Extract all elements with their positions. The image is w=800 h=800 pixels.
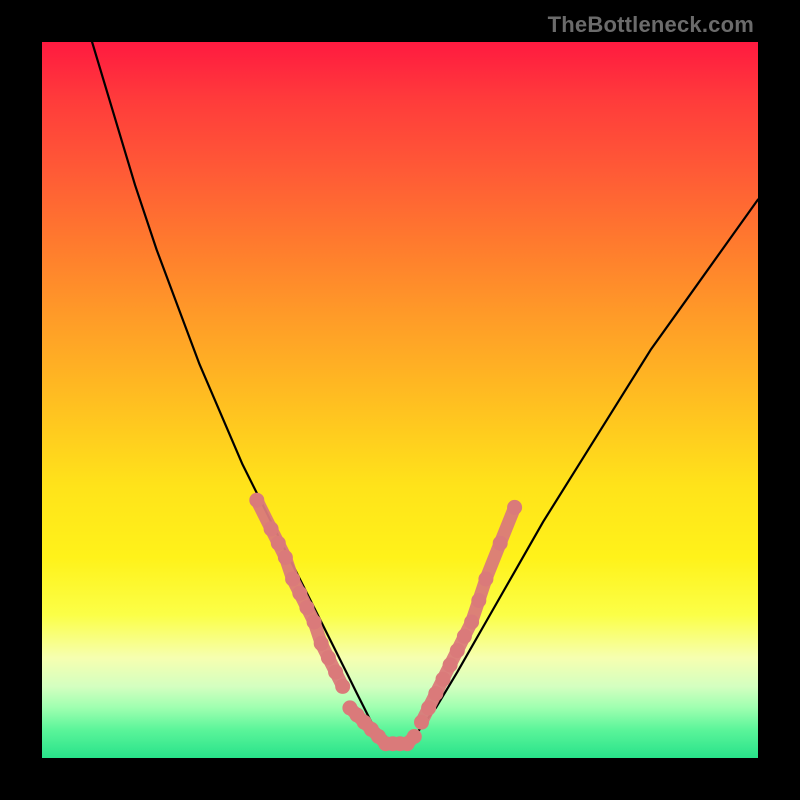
right-branch-points-dot: [471, 593, 486, 608]
chart-frame: TheBottleneck.com: [0, 0, 800, 800]
left-branch-points-dot: [264, 521, 279, 536]
highlight-points: [249, 493, 522, 752]
left-branch-points-dot: [299, 600, 314, 615]
bottleneck-curve: [92, 42, 758, 744]
left-branch-points-dot: [328, 665, 343, 680]
left-branch-points-dot: [307, 615, 322, 630]
right-branch-points-dot: [478, 572, 493, 587]
valley-floor-points-dot: [407, 729, 422, 744]
left-branch-points-dot: [271, 536, 286, 551]
right-branch-points-dot: [414, 715, 429, 730]
left-branch-points-dot: [249, 493, 264, 508]
chart-svg: [42, 42, 758, 758]
attribution-text: TheBottleneck.com: [548, 12, 754, 38]
right-branch-points-dot: [443, 657, 458, 672]
right-branch-points-dot: [450, 643, 465, 658]
chart-plot-area: [42, 42, 758, 758]
left-branch-points-dot: [321, 650, 336, 665]
right-branch-points-dot: [507, 500, 522, 515]
right-branch-points-dot: [464, 615, 479, 630]
right-branch-points-dot: [457, 629, 472, 644]
left-branch-points-dot: [335, 679, 350, 694]
right-branch-points-dot: [428, 686, 443, 701]
right-branch-points-dot: [493, 536, 508, 551]
right-branch-points-dot: [436, 672, 451, 687]
left-branch-points-dot: [285, 572, 300, 587]
right-branch-points-dot: [421, 700, 436, 715]
left-branch-points-dot: [314, 636, 329, 651]
left-branch-points-dot: [278, 550, 293, 565]
left-branch-points-dot: [292, 586, 307, 601]
curve-path: [92, 42, 758, 744]
